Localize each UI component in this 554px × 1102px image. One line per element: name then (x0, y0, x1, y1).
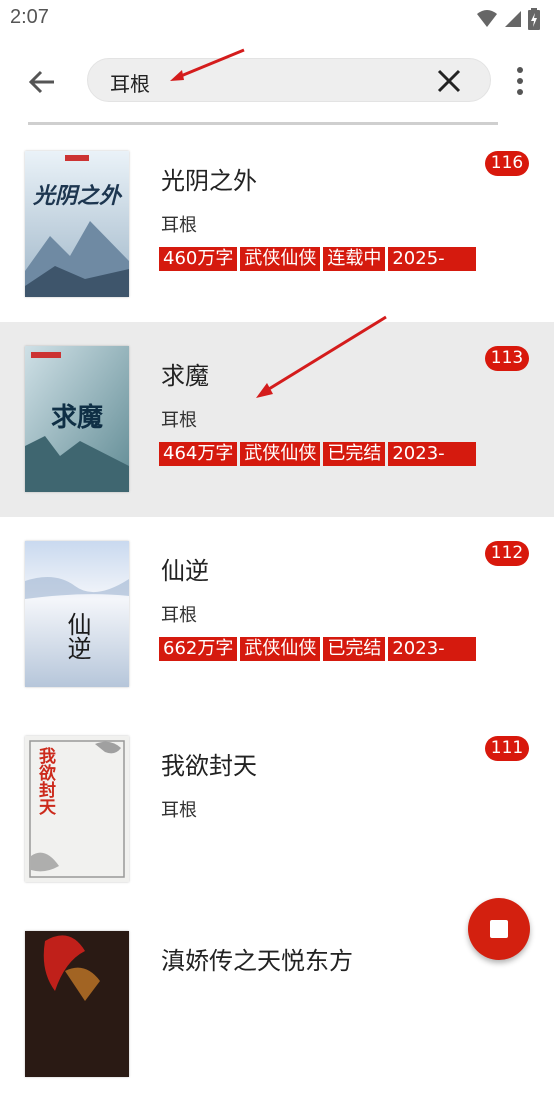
stop-icon (490, 920, 508, 938)
book-row[interactable]: 我欲封天 我欲封天 耳根 111 (0, 712, 554, 907)
cover-title-text: 我欲封天 (35, 747, 57, 816)
status-bar: 2:07 (0, 0, 554, 38)
book-tags: 662万字 武侠仙侠 已完结 2023- (159, 637, 477, 661)
tag-year: 2025- (388, 247, 477, 271)
book-row[interactable]: 光阴之外 光阴之外 耳根 460万字 武侠仙侠 连载中 2025- 116 (0, 127, 554, 322)
book-title: 仙逆 (161, 557, 209, 585)
count-badge: 113 (485, 346, 529, 371)
tag-year: 2023- (388, 442, 477, 466)
close-icon[interactable] (436, 68, 462, 94)
back-button[interactable] (24, 64, 60, 100)
tag-word-count: 662万字 (159, 637, 238, 661)
book-author: 耳根 (161, 410, 197, 431)
tag-status: 已完结 (323, 442, 386, 466)
book-cover: 仙逆 (25, 541, 129, 687)
status-icons (476, 8, 540, 30)
book-tags: 464万字 武侠仙侠 已完结 2023- (159, 442, 477, 466)
battery-charging-icon (528, 8, 540, 30)
search-divider (28, 122, 498, 125)
results-list: 光阴之外 光阴之外 耳根 460万字 武侠仙侠 连载中 2025- 116 求魔… (0, 127, 554, 1102)
book-cover: 求魔 (25, 346, 129, 492)
tag-status: 连载中 (323, 247, 386, 271)
status-time: 2:07 (10, 6, 49, 28)
back-arrow-icon (28, 70, 54, 94)
cover-title-text: 求魔 (51, 403, 103, 433)
count-badge: 116 (485, 151, 529, 176)
count-badge: 111 (485, 736, 529, 761)
tag-word-count: 464万字 (159, 442, 238, 466)
tag-year: 2023- (388, 637, 477, 661)
search-input[interactable]: 耳根 (87, 58, 491, 102)
book-row[interactable]: 仙逆 仙逆 耳根 662万字 武侠仙侠 已完结 2023- 112 (0, 517, 554, 712)
book-title: 求魔 (161, 362, 209, 390)
more-vert-icon[interactable] (512, 66, 528, 96)
book-tags: 460万字 武侠仙侠 连载中 2025- (159, 247, 477, 271)
book-author: 耳根 (161, 605, 197, 626)
book-cover: 我欲封天 (25, 736, 129, 882)
tag-genre: 武侠仙侠 (240, 442, 321, 466)
book-title: 滇娇传之天悦东方 (161, 947, 353, 975)
tag-status: 已完结 (323, 637, 386, 661)
search-query[interactable]: 耳根 (110, 68, 150, 97)
book-title: 我欲封天 (161, 752, 257, 780)
cover-title-text: 仙逆 (63, 612, 91, 660)
wifi-icon (477, 10, 497, 27)
tag-word-count: 460万字 (159, 247, 238, 271)
book-cover (25, 931, 129, 1077)
search-toolbar: 耳根 (0, 48, 554, 112)
signal-icon (505, 11, 521, 27)
book-cover: 光阴之外 (25, 151, 129, 297)
book-title: 光阴之外 (161, 167, 257, 195)
stop-button[interactable] (468, 898, 530, 960)
tag-genre: 武侠仙侠 (240, 637, 321, 661)
tag-genre: 武侠仙侠 (240, 247, 321, 271)
book-author: 耳根 (161, 215, 197, 236)
book-author: 耳根 (161, 800, 197, 821)
count-badge: 112 (485, 541, 529, 566)
book-row[interactable]: 求魔 求魔 耳根 464万字 武侠仙侠 已完结 2023- 113 (0, 322, 554, 517)
cover-title-text: 光阴之外 (32, 183, 123, 209)
